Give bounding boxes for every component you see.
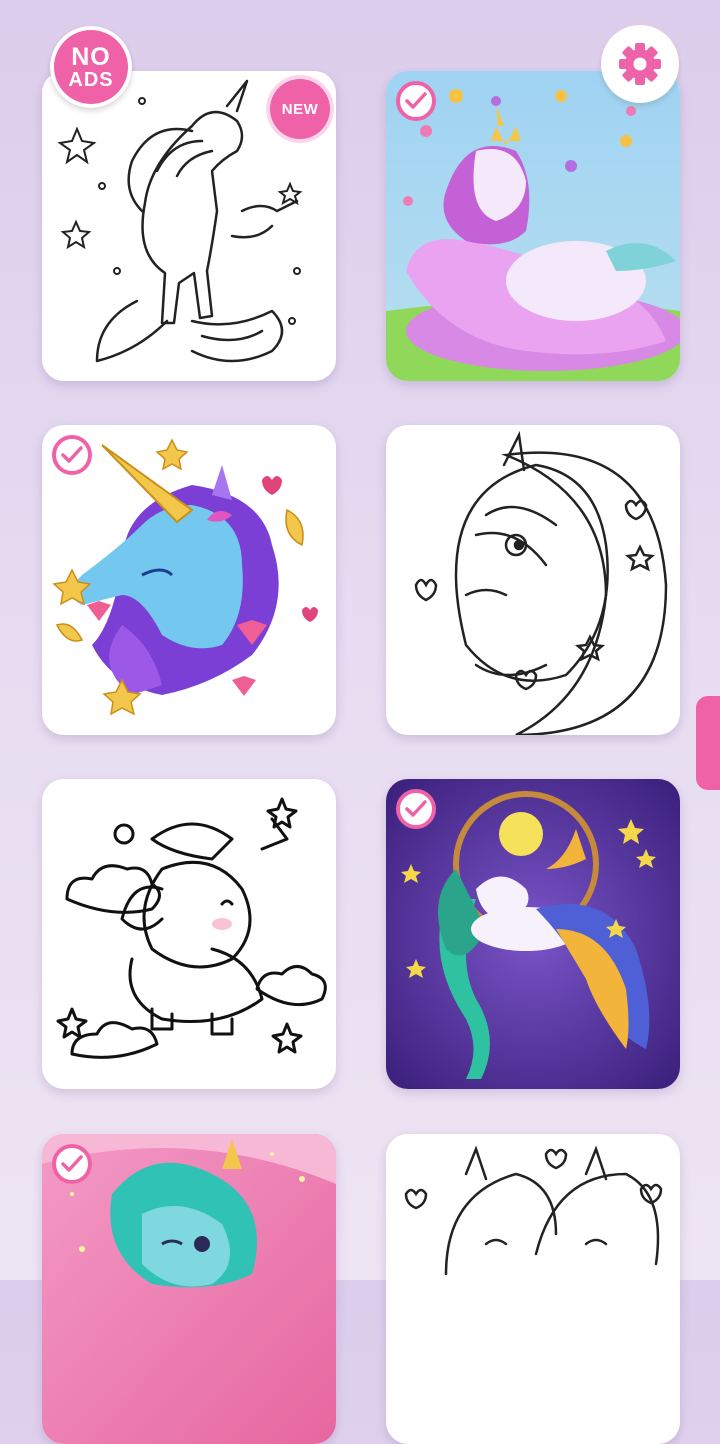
coloring-page-card[interactable]: NEW: [42, 71, 336, 381]
coloring-page-card[interactable]: [386, 779, 680, 1089]
unicorn-couple-outline-artwork: [404, 1145, 663, 1276]
moon-swing-pegasus-artwork: [386, 779, 680, 1089]
completed-check-icon: [52, 435, 92, 475]
teal-unicorn-artwork: [42, 1134, 336, 1444]
princess-pony-artwork: [386, 71, 680, 381]
completed-check-icon: [396, 789, 436, 829]
coloring-page-card[interactable]: [42, 1134, 336, 1444]
blue-unicorn-artwork: [52, 438, 318, 716]
coloring-page-card[interactable]: [42, 779, 336, 1089]
completed-check-icon: [52, 1144, 92, 1184]
no-ads-button[interactable]: NO ADS: [50, 26, 132, 108]
coloring-page-card[interactable]: [386, 1134, 680, 1444]
coloring-page-card[interactable]: [386, 425, 680, 735]
settings-button[interactable]: [601, 25, 679, 103]
moon-unicorn-outline-artwork: [414, 430, 668, 735]
no-ads-label-line1: NO: [71, 42, 111, 71]
scroll-handle[interactable]: [696, 696, 720, 790]
new-badge: NEW: [270, 79, 330, 139]
cloud-unicorn-outline-artwork: [56, 797, 327, 1059]
no-ads-label-line2: ADS: [68, 68, 114, 91]
coloring-page-card[interactable]: [42, 425, 336, 735]
coloring-page-card[interactable]: [386, 71, 680, 381]
completed-check-icon: [396, 81, 436, 121]
gear-icon: [619, 43, 661, 85]
